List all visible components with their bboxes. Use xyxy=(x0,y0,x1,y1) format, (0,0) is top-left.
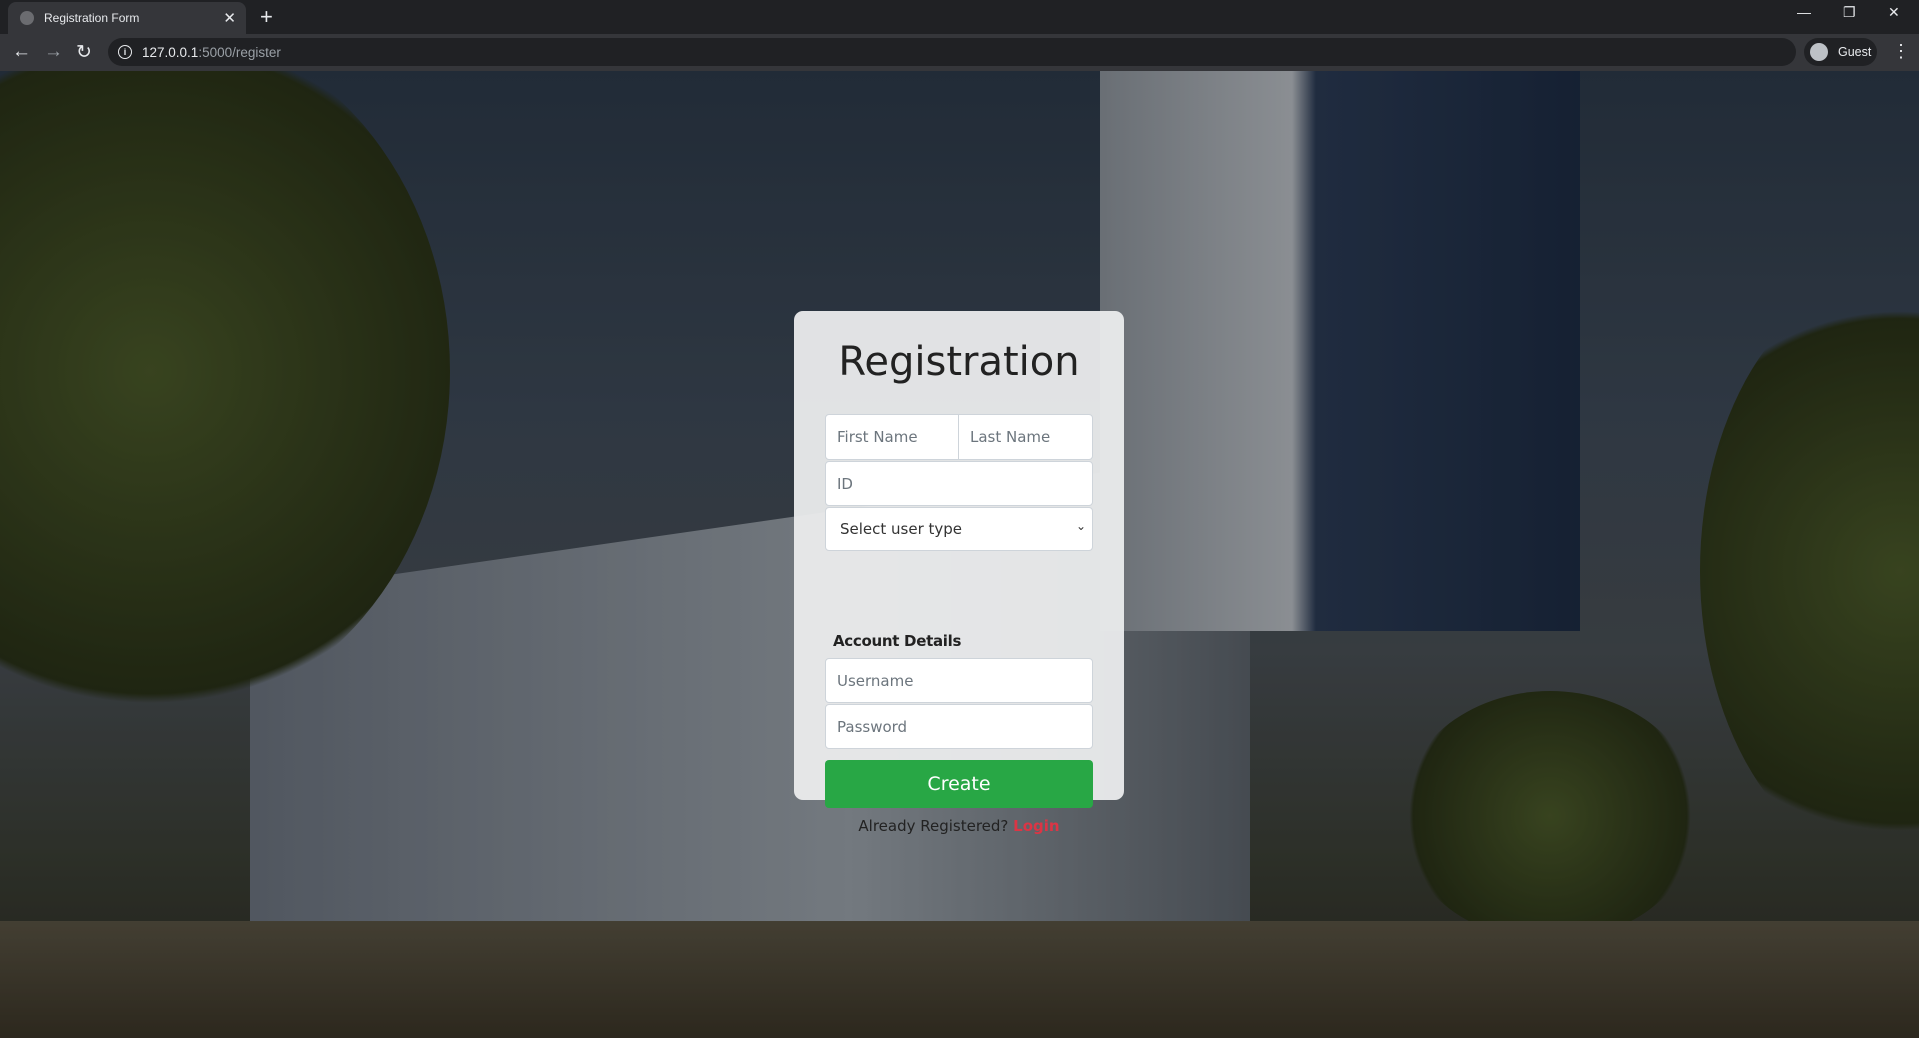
url-input[interactable]: i 127.0.0.1:5000/register xyxy=(108,38,1796,66)
reload-icon[interactable]: ↻ xyxy=(76,41,92,64)
registration-card: Registration First Name Last Name ID Sel… xyxy=(794,311,1124,835)
new-tab-button[interactable]: + xyxy=(260,4,273,30)
login-prompt: Already Registered? Login xyxy=(794,817,1124,835)
restore-button[interactable]: ❐ xyxy=(1843,4,1856,21)
avatar-icon xyxy=(1810,43,1828,61)
account-details-label: Account Details xyxy=(833,632,962,650)
first-name-input[interactable]: First Name xyxy=(825,414,959,460)
password-input[interactable]: Password xyxy=(825,704,1093,749)
url-host: 127.0.0.1 xyxy=(142,44,199,60)
profile-button[interactable]: Guest xyxy=(1804,38,1877,66)
id-input[interactable]: ID xyxy=(825,461,1093,506)
already-registered-text: Already Registered? xyxy=(858,817,1009,835)
last-name-input[interactable]: Last Name xyxy=(958,414,1093,460)
login-link[interactable]: Login xyxy=(1013,817,1059,835)
user-type-select[interactable]: Select user type ⌄ xyxy=(825,507,1093,551)
tab-registration-form[interactable]: Registration Form ✕ xyxy=(8,2,246,34)
url-path: :5000/register xyxy=(198,44,281,60)
close-window-button[interactable]: ✕ xyxy=(1888,4,1900,21)
more-menu-icon[interactable]: ⋮ xyxy=(1892,41,1910,62)
page-background: Registration First Name Last Name ID Sel… xyxy=(0,71,1919,1038)
address-bar: ← → ↻ i 127.0.0.1:5000/register Guest ⋮ xyxy=(0,34,1919,71)
back-icon[interactable]: ← xyxy=(12,41,31,63)
tab-title: Registration Form xyxy=(44,11,140,25)
globe-icon xyxy=(20,11,34,25)
tab-bar: Registration Form ✕ + — ❐ ✕ xyxy=(0,0,1919,34)
chevron-down-icon: ⌄ xyxy=(1075,519,1086,533)
create-button[interactable]: Create xyxy=(825,760,1093,808)
minimize-button[interactable]: — xyxy=(1797,4,1811,20)
profile-label: Guest xyxy=(1838,45,1872,59)
username-input[interactable]: Username xyxy=(825,658,1093,703)
page-title: Registration xyxy=(838,339,1080,385)
user-type-value: Select user type xyxy=(840,520,963,538)
forward-icon[interactable]: → xyxy=(44,41,63,63)
info-icon[interactable]: i xyxy=(118,45,132,59)
close-tab-icon[interactable]: ✕ xyxy=(223,9,236,27)
